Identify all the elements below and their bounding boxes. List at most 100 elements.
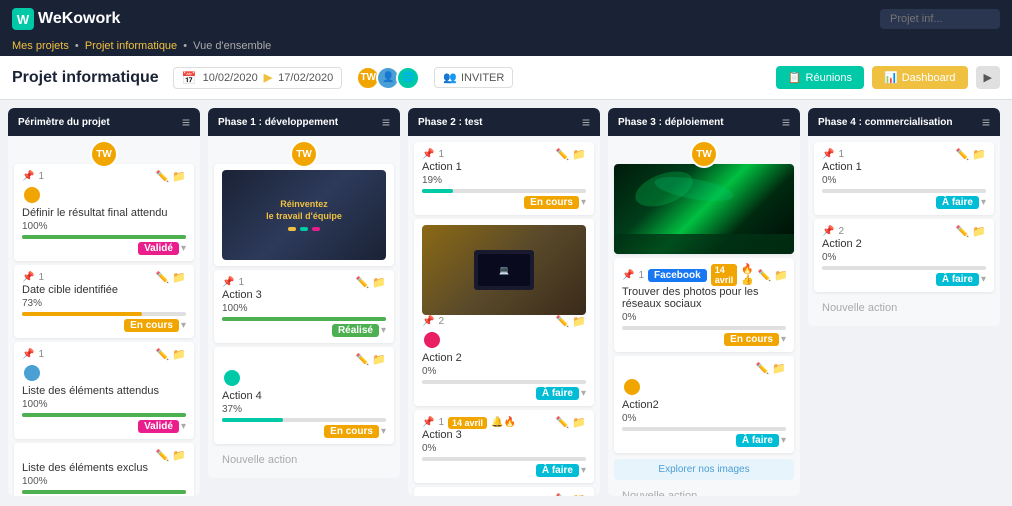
breadcrumb-mes-projets[interactable]: Mes projets — [12, 40, 69, 52]
card-status-badge[interactable]: Validé — [138, 420, 179, 433]
card-edit-icon[interactable]: ✏️ — [956, 225, 970, 238]
card-folder-icon[interactable]: 📁 — [572, 315, 586, 328]
card-progress-fill — [422, 189, 453, 193]
card-status-dropdown[interactable]: ▾ — [781, 435, 786, 446]
column-menu-icon-phase3[interactable]: ≡ — [782, 114, 790, 130]
more-button[interactable]: ▶ — [976, 66, 1000, 89]
card-id-row: 📌2 ✏️ 📁 — [822, 225, 986, 238]
card-percent: 37% — [222, 404, 386, 415]
card-reinventez[interactable]: Réinventezle travail d'équipe — [214, 164, 394, 266]
card-phase2-1[interactable]: 💻 📌2 ✏️ 📁 Action 20% À faire ▾ — [414, 219, 594, 406]
card-status-dropdown[interactable]: ▾ — [581, 388, 586, 399]
card-status-dropdown[interactable]: ▾ — [581, 465, 586, 476]
column-header-phase3: Phase 3 : déploiement ≡ — [608, 108, 800, 136]
card-status-dropdown[interactable]: ▾ — [581, 197, 586, 208]
column-menu-icon-phase4[interactable]: ≡ — [982, 114, 990, 130]
card-percent: 0% — [422, 443, 586, 454]
invite-button[interactable]: 👥 INVITER — [434, 67, 513, 88]
card-date-badge: 14 avril — [448, 417, 487, 429]
card-fb-badge: Facebook — [648, 269, 707, 282]
card-phase3-1[interactable]: ✏️ 📁 Action20% À faire ▾ — [614, 356, 794, 453]
card-edit-icon[interactable]: ✏️ — [356, 276, 370, 289]
card-status-dropdown[interactable]: ▾ — [181, 421, 186, 432]
card-status-dropdown[interactable]: ▾ — [981, 274, 986, 285]
column-menu-icon-perimetre[interactable]: ≡ — [182, 114, 190, 130]
card-id-row: 📌1 ✏️ 📁 — [222, 276, 386, 289]
avatars-group: TW 👤 🌐 — [356, 66, 420, 90]
card-status-badge[interactable]: À faire — [536, 464, 579, 477]
card-folder-icon[interactable]: 📁 — [172, 348, 186, 361]
reunions-button[interactable]: 📋 Réunions — [776, 66, 864, 89]
breadcrumb-projet-informatique[interactable]: Projet informatique — [85, 40, 177, 52]
card-edit-icon[interactable]: ✏️ — [758, 269, 772, 282]
card-status-badge[interactable]: Réalisé — [332, 324, 379, 337]
card-status-badge[interactable]: En cours — [524, 196, 579, 209]
card-edit-icon[interactable]: ✏️ — [556, 148, 570, 161]
new-action-phase3[interactable]: Nouvelle action — [614, 484, 794, 496]
card-folder-icon[interactable]: 📁 — [572, 493, 586, 496]
card-edit-icon[interactable]: ✏️ — [156, 170, 170, 183]
card-status-dropdown[interactable]: ▾ — [381, 426, 386, 437]
card-status-badge[interactable]: À faire — [936, 273, 979, 286]
card-status-badge[interactable]: À faire — [936, 196, 979, 209]
card-edit-icon[interactable]: ✏️ — [756, 362, 770, 375]
card-percent: 0% — [422, 366, 586, 377]
avatar-green: 🌐 — [396, 66, 420, 90]
card-status-badge[interactable]: À faire — [536, 387, 579, 400]
card-phase1-1[interactable]: ✏️ 📁 Action 437% En cours ▾ — [214, 347, 394, 444]
column-menu-icon-phase2[interactable]: ≡ — [582, 114, 590, 130]
dashboard-button[interactable]: 📊 Dashboard — [872, 66, 968, 89]
card-folder-icon[interactable]: 📁 — [774, 269, 788, 282]
new-action-phase4[interactable]: Nouvelle action — [814, 296, 994, 320]
card-perimetre-2[interactable]: 📌1 ✏️ 📁 Liste des éléments attendus100% … — [14, 342, 194, 439]
card-edit-icon[interactable]: ✏️ — [556, 493, 570, 496]
card-phase2-2[interactable]: 📌114 avril🔔🔥 ✏️ 📁 Action 30% À faire ▾ — [414, 410, 594, 483]
card-phase2-0[interactable]: 📌1 ✏️ 📁 Action 119% En cours ▾ — [414, 142, 594, 215]
card-perimetre-3[interactable]: ✏️ 📁 Liste des éléments exclus100% Valid… — [14, 443, 194, 496]
card-perimetre-0[interactable]: 📌1 ✏️ 📁 Définir le résultat final attend… — [14, 164, 194, 261]
search-input[interactable] — [880, 9, 1000, 29]
card-edit-icon[interactable]: ✏️ — [356, 353, 370, 366]
card-edit-icon[interactable]: ✏️ — [556, 315, 570, 328]
card-folder-icon[interactable]: 📁 — [172, 449, 186, 462]
card-folder-icon[interactable]: 📁 — [372, 353, 386, 366]
card-title: Action 3 — [222, 289, 386, 301]
card-folder-icon[interactable]: 📁 — [972, 148, 986, 161]
card-perimetre-1[interactable]: 📌1 ✏️ 📁 Date cible identifiée73% En cour… — [14, 265, 194, 338]
card-status-dropdown[interactable]: ▾ — [981, 197, 986, 208]
card-folder-icon[interactable]: 📁 — [772, 362, 786, 375]
dashboard-label: Dashboard — [902, 72, 956, 84]
card-edit-icon[interactable]: ✏️ — [156, 449, 170, 462]
card-edit-icon[interactable]: ✏️ — [956, 148, 970, 161]
card-folder-icon[interactable]: 📁 — [172, 271, 186, 284]
card-status-dropdown[interactable]: ▾ — [381, 325, 386, 336]
card-phase1-0[interactable]: 📌1 ✏️ 📁 Action 3100% Réalisé ▾ — [214, 270, 394, 343]
card-phase2-3[interactable]: ✏️ 📁 Action 40% À faire ▾ — [414, 487, 594, 496]
card-status-dropdown[interactable]: ▾ — [781, 334, 786, 345]
card-status-badge[interactable]: Validé — [138, 242, 179, 255]
card-status-badge[interactable]: En cours — [324, 425, 379, 438]
card-status-dropdown[interactable]: ▾ — [181, 320, 186, 331]
card-status-dropdown[interactable]: ▾ — [181, 243, 186, 254]
card-phase4-0[interactable]: 📌1 ✏️ 📁 Action 10% À faire ▾ — [814, 142, 994, 215]
column-menu-icon-phase1[interactable]: ≡ — [382, 114, 390, 130]
new-action-phase1[interactable]: Nouvelle action — [214, 448, 394, 472]
card-title: Action 2 — [422, 352, 586, 364]
explore-images-button[interactable]: Explorer nos images — [614, 459, 794, 480]
card-footer: Validé ▾ — [22, 242, 186, 255]
card-status-badge[interactable]: En cours — [124, 319, 179, 332]
card-status-badge[interactable]: À faire — [736, 434, 779, 447]
card-status-badge[interactable]: En cours — [724, 333, 779, 346]
card-folder-icon[interactable]: 📁 — [372, 276, 386, 289]
card-edit-icon[interactable]: ✏️ — [556, 416, 570, 429]
card-percent: 0% — [622, 312, 786, 323]
card-folder-icon[interactable]: 📁 — [572, 148, 586, 161]
card-edit-icon[interactable]: ✏️ — [156, 348, 170, 361]
card-phase4-1[interactable]: 📌2 ✏️ 📁 Action 20% À faire ▾ — [814, 219, 994, 292]
card-edit-icon[interactable]: ✏️ — [156, 271, 170, 284]
card-folder-icon[interactable]: 📁 — [572, 416, 586, 429]
card-progress-bar — [822, 189, 986, 193]
card-folder-icon[interactable]: 📁 — [172, 170, 186, 183]
card-folder-icon[interactable]: 📁 — [972, 225, 986, 238]
card-phase3-0[interactable]: 📌1Facebook14 avril🔥👍 ✏️ 📁 Trouver des ph… — [614, 258, 794, 352]
